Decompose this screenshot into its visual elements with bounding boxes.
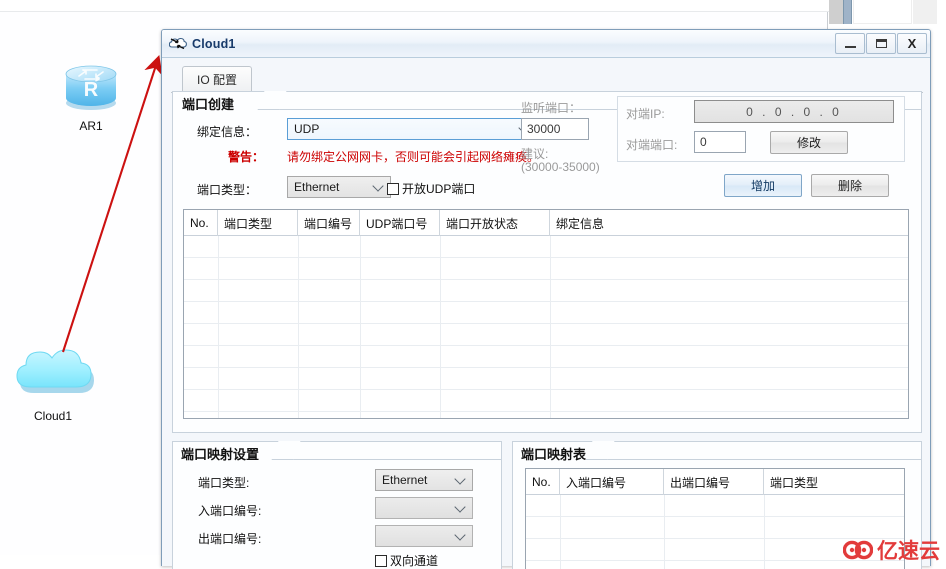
table-row[interactable] (184, 280, 908, 302)
window-controls: X (834, 33, 927, 54)
maximize-button[interactable] (866, 33, 896, 54)
close-icon: X (907, 36, 917, 51)
map-port-type-combo[interactable]: Ethernet (375, 469, 473, 491)
table-row[interactable] (526, 495, 904, 517)
port-type-value: Ethernet (294, 180, 340, 194)
table-row[interactable] (184, 368, 908, 390)
map-table-header: No. 入端口编号 出端口编号 端口类型 (526, 469, 904, 495)
listen-port-label: 监听端口： (521, 101, 582, 115)
map-out-port-combo[interactable] (375, 525, 473, 547)
bidirectional-label: 双向通道 (390, 554, 439, 568)
map-in-port-combo[interactable] (375, 497, 473, 519)
port-table-body (184, 236, 908, 418)
port-type-combo[interactable]: Ethernet (287, 176, 391, 198)
cloud-icon (16, 349, 94, 393)
tab-strip: IO 配置 (171, 66, 923, 93)
screen-root: R AR1 Cloud1 Cloud1 X IO 配置 端口创建 绑定信息： U… (0, 0, 946, 569)
port-type-label: 端口类型： (197, 183, 258, 197)
port-table-header: No. 端口类型 端口编号 UDP端口号 端口开放状态 绑定信息 (184, 210, 908, 236)
listen-port-input[interactable]: 30000 (521, 118, 589, 140)
listen-port-value: 30000 (527, 122, 561, 136)
router-node-label: AR1 (79, 119, 103, 133)
binding-info-label: 绑定信息： (197, 125, 258, 139)
table-row[interactable] (184, 236, 908, 258)
canvas-side-panel (853, 0, 912, 24)
map-table-col-0: No. (526, 469, 560, 495)
bidirectional-checkbox[interactable]: 双向通道 (375, 552, 438, 569)
canvas-topbar (0, 0, 946, 12)
group-port-create: 端口创建 绑定信息： UDP 警告： 请勿绑定公网网卡，否则可能会引起网络瘫痪。… (172, 91, 922, 433)
table-row[interactable] (184, 346, 908, 368)
port-table-col-5: 绑定信息 (556, 216, 605, 231)
map-port-type-label: 端口类型: (198, 476, 250, 490)
close-button[interactable]: X (897, 33, 927, 54)
topology-node-cloud[interactable]: Cloud1 (8, 340, 98, 423)
add-port-button-label: 增加 (750, 179, 775, 193)
minimize-icon (844, 45, 856, 48)
peer-port-label: 对端端口: (626, 138, 678, 152)
peer-ip-label: 对端IP: (626, 107, 665, 121)
port-table-col-1: 端口类型 (218, 210, 298, 236)
binding-info-value: UDP (294, 122, 320, 136)
svg-text:R: R (84, 79, 99, 101)
minimize-button[interactable] (835, 33, 865, 54)
map-in-port-label: 入端口编号: (198, 504, 262, 518)
port-table-col-4: 端口开放状态 (440, 210, 550, 236)
warning-label: 警告： (228, 150, 265, 164)
modify-button-label: 修改 (796, 136, 821, 150)
modify-button[interactable]: 修改 (770, 131, 848, 154)
open-udp-port-checkbox[interactable]: 开放UDP端口 (387, 180, 475, 197)
checkbox-box-icon (375, 554, 387, 567)
map-out-port-label: 出端口编号: (198, 532, 262, 546)
chevron-down-icon (456, 475, 465, 484)
map-table-col-1: 入端口编号 (560, 469, 664, 495)
chevron-down-icon (374, 182, 383, 191)
watermark: 亿速云 (843, 535, 940, 565)
chevron-down-icon (456, 503, 465, 512)
map-table-col-2: 出端口编号 (664, 469, 764, 495)
peer-port-input[interactable]: 0 (694, 131, 746, 153)
cloud-config-dialog: Cloud1 X IO 配置 端口创建 绑定信息： UDP 警告： 请勿绑定公网… (161, 29, 931, 569)
port-table-col-2: 端口编号 (298, 210, 360, 236)
binding-info-combo[interactable]: UDP (287, 118, 537, 140)
chevron-down-icon (456, 531, 465, 540)
yisuyun-logo-icon (843, 540, 873, 560)
dialog-titlebar[interactable]: Cloud1 X (162, 30, 930, 58)
maximize-icon (875, 39, 887, 48)
port-table-col-0: No. (184, 210, 218, 236)
table-row[interactable] (184, 390, 908, 412)
group-map-settings: 端口映射设置 端口类型: Ethernet 入端口编号: 出端口编号: 双向通道 (172, 441, 502, 569)
peer-port-value: 0 (700, 135, 707, 149)
group-port-create-title: 端口创建 (182, 97, 235, 112)
cloud-node-label: Cloud1 (33, 409, 73, 423)
warning-text: 请勿绑定公网网卡，否则可能会引起网络瘫痪。 (287, 150, 540, 164)
checkbox-box-icon (387, 182, 399, 195)
table-row[interactable] (184, 258, 908, 280)
topology-node-router[interactable]: R AR1 (55, 58, 127, 133)
dialog-title: Cloud1 (192, 36, 236, 51)
add-port-button[interactable]: 增加 (724, 174, 802, 197)
table-row[interactable] (184, 302, 908, 324)
watermark-text: 亿速云 (877, 539, 940, 563)
delete-port-button[interactable]: 删除 (811, 174, 889, 197)
suggest-range: (30000-35000) (521, 160, 600, 174)
cloud-device-icon (168, 36, 187, 52)
group-map-table-title: 端口映射表 (521, 447, 587, 462)
map-table-col-3: 端口类型 (770, 475, 819, 490)
dialog-body: IO 配置 端口创建 绑定信息： UDP 警告： 请勿绑定公网网卡，否则可能会引… (162, 58, 930, 569)
peer-ip-value: 0 . 0 . 0 . 0 (746, 104, 842, 119)
tab-io-config[interactable]: IO 配置 (182, 66, 253, 92)
group-map-settings-title: 端口映射设置 (181, 447, 260, 462)
open-udp-port-label: 开放UDP端口 (402, 182, 476, 196)
tab-io-config-label: IO 配置 (197, 73, 238, 87)
map-port-type-value: Ethernet (382, 473, 428, 487)
vertical-scrollbar-thumb[interactable] (843, 0, 852, 24)
port-table[interactable]: No. 端口类型 端口编号 UDP端口号 端口开放状态 绑定信息 (183, 209, 909, 419)
delete-port-button-label: 删除 (837, 179, 862, 193)
canvas-corner-panel (913, 0, 937, 24)
table-row[interactable] (184, 324, 908, 346)
peer-ip-input[interactable]: 0 . 0 . 0 . 0 (694, 100, 894, 123)
router-icon: R (65, 65, 117, 110)
port-table-col-3: UDP端口号 (360, 210, 440, 236)
